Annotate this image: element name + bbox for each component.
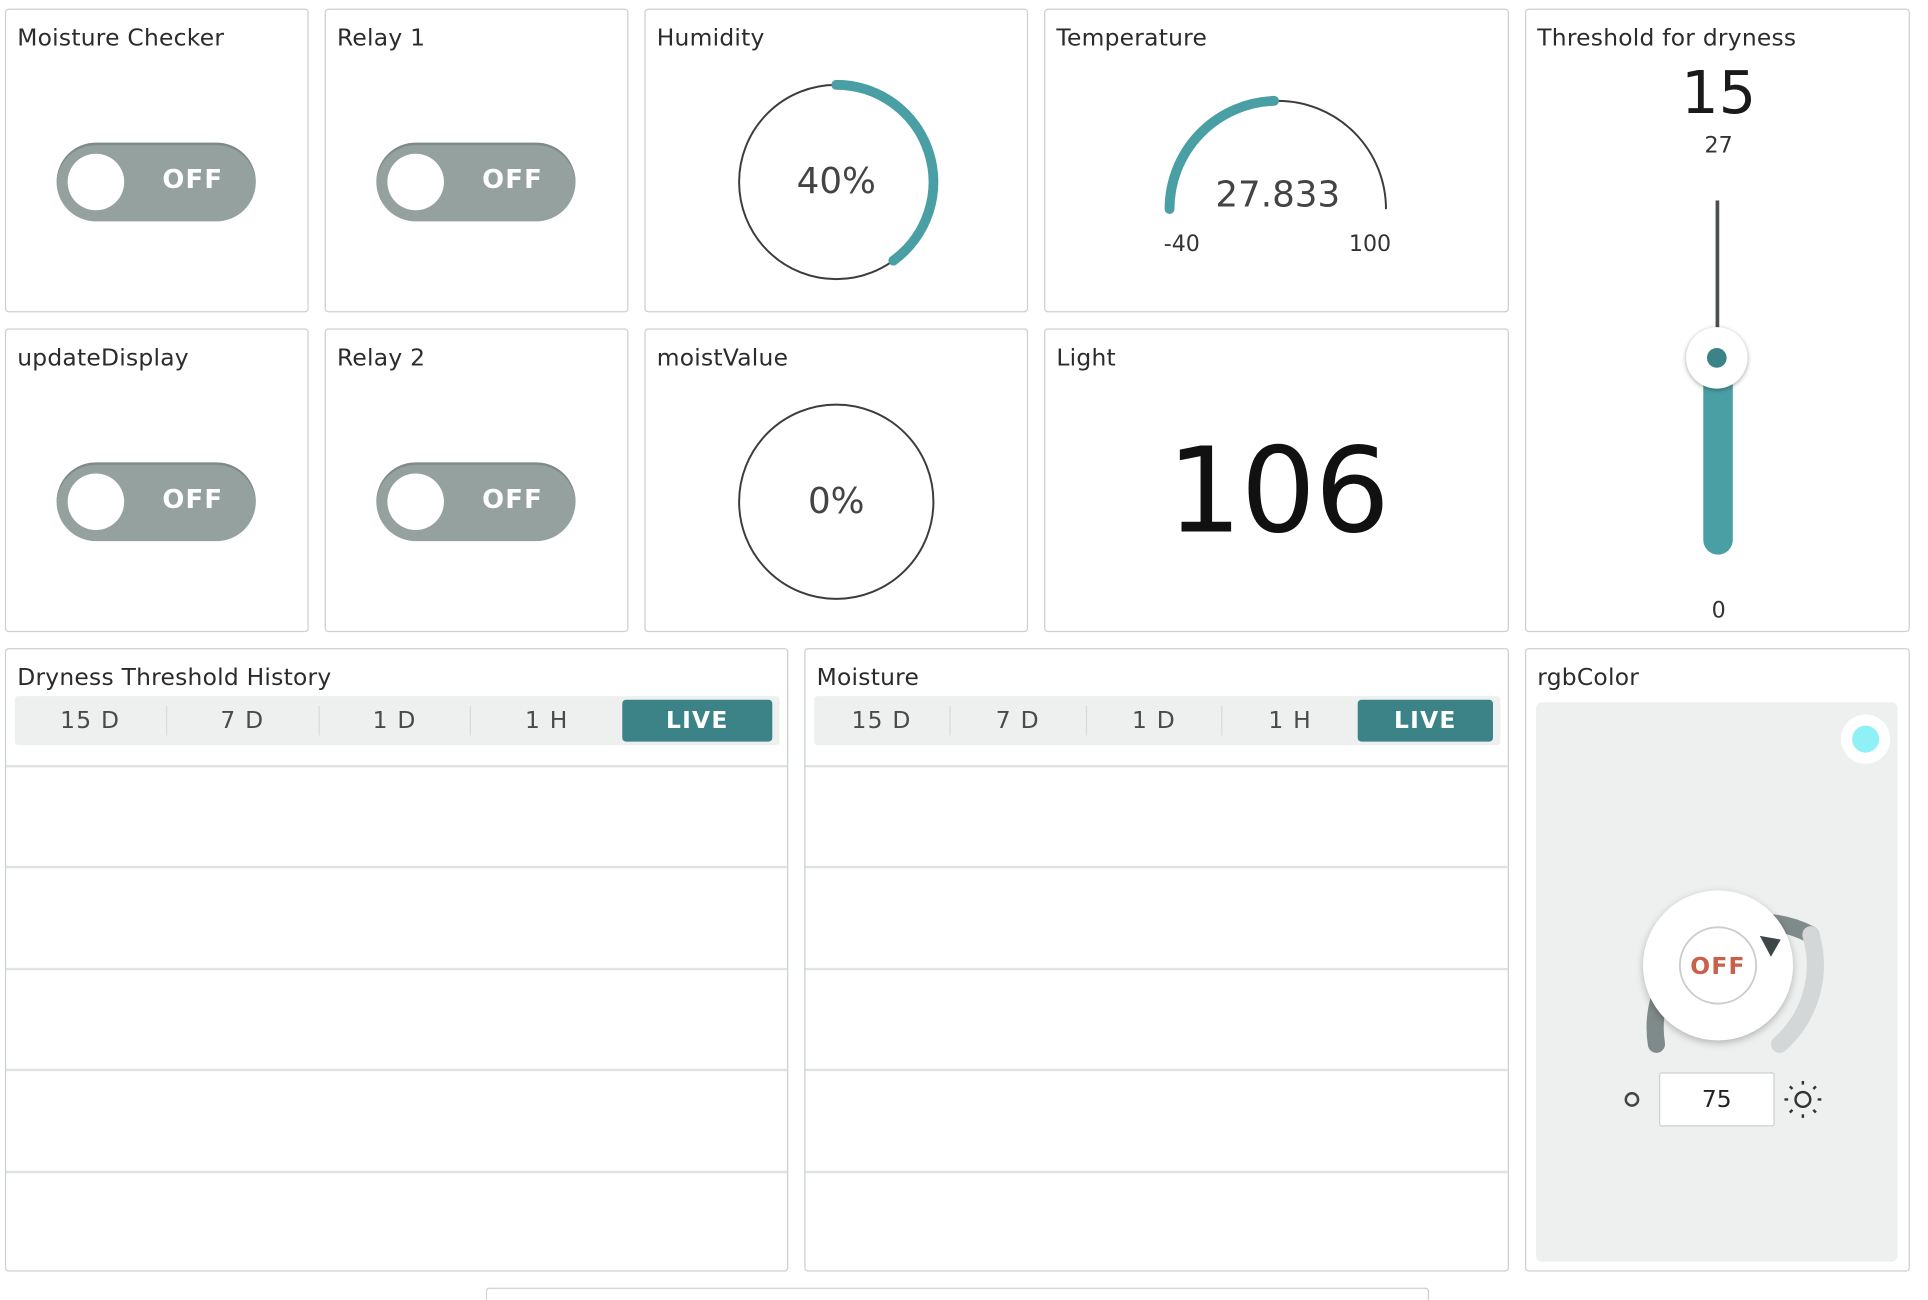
dimmer-state: OFF <box>1690 952 1745 980</box>
light-value: 106 <box>1166 421 1390 560</box>
relay1-widget: Relay 1 OFF <box>324 8 629 313</box>
brightness-input[interactable]: 75 <box>1659 1072 1775 1127</box>
widget-title: rgbColor <box>1537 664 1640 692</box>
moisture-checker-widget: Moisture Checker OFF <box>4 8 309 313</box>
switch-knob <box>67 153 125 211</box>
update-display-widget: updateDisplay OFF <box>4 328 309 633</box>
moisture-checker-switch[interactable]: OFF <box>56 142 256 222</box>
widget-title: Moisture <box>816 664 920 692</box>
threshold-min: 0 <box>1711 597 1726 624</box>
tab-1d[interactable]: 1 D <box>319 705 472 736</box>
chart-gridline <box>805 1068 1508 1071</box>
widget-title: Relay 1 <box>336 24 426 52</box>
humidity-gauge: 40% <box>738 79 939 281</box>
brightness-dial[interactable]: OFF <box>1536 702 1898 1262</box>
moist-value-gauge: 0% <box>738 403 935 600</box>
tab-15d[interactable]: 15 D <box>15 705 167 736</box>
widget-title: Moisture Checker <box>17 24 225 52</box>
widget-title: Dryness Threshold History <box>17 664 332 692</box>
tab-7d[interactable]: 7 D <box>950 705 1087 736</box>
brightness-high-icon <box>1784 1080 1822 1118</box>
switch-state-label: OFF <box>162 164 224 195</box>
moist-value: 0% <box>808 481 865 522</box>
light-widget: Light 106 <box>1044 328 1509 633</box>
update-display-switch[interactable]: OFF <box>56 462 256 542</box>
dryness-history-timeframe-tabs: 15 D 7 D 1 D 1 H LIVE <box>14 696 780 746</box>
tab-1d[interactable]: 1 D <box>1087 705 1223 736</box>
chart-gridline <box>6 764 788 767</box>
chart-gridline <box>805 764 1508 767</box>
switch-state-label: OFF <box>482 484 544 515</box>
switch-knob <box>387 473 444 531</box>
chart-gridline <box>6 1068 788 1071</box>
humidity-widget: Humidity 40% <box>644 8 1029 313</box>
chart-gridline <box>6 967 788 970</box>
threshold-widget: Threshold for dryness 15 27 0 <box>1524 8 1910 633</box>
tab-15d[interactable]: 15 D <box>814 705 951 736</box>
chart-gridline <box>805 1170 1508 1173</box>
widget-title: Threshold for dryness <box>1537 24 1797 52</box>
switch-state-label: OFF <box>482 164 544 195</box>
chart-gridline <box>6 1170 788 1173</box>
switch-knob <box>387 153 444 211</box>
chart-gridline <box>805 967 1508 970</box>
temperature-min: -40 <box>1164 231 1200 257</box>
slider-track <box>1715 200 1720 349</box>
relay1-switch[interactable]: OFF <box>376 142 576 222</box>
switch-knob <box>67 473 125 531</box>
widget-title: Light <box>1056 344 1116 372</box>
rgb-control-panel: OFF 75 <box>1536 702 1898 1262</box>
temperature-value: 27.833 <box>1215 175 1340 216</box>
temperature-max: 100 <box>1349 231 1391 257</box>
switch-state-label: OFF <box>162 484 224 515</box>
slider-handle[interactable] <box>1686 327 1748 389</box>
humidity-value: 40% <box>797 161 876 202</box>
dryness-history-widget: Dryness Threshold History 15 D 7 D 1 D 1… <box>4 648 789 1272</box>
moisture-timeframe-tabs: 15 D 7 D 1 D 1 H LIVE <box>814 696 1501 746</box>
temperature-gauge: 27.833 -40 100 <box>1164 95 1391 257</box>
widget-title: updateDisplay <box>17 344 189 372</box>
chart-gridline <box>6 865 788 868</box>
relay2-switch[interactable]: OFF <box>376 462 576 542</box>
brightness-low-icon <box>1624 1092 1640 1107</box>
tab-1h[interactable]: 1 H <box>471 706 622 736</box>
threshold-value: 15 <box>1681 59 1757 128</box>
slider-fill <box>1703 360 1733 555</box>
relay2-widget: Relay 2 OFF <box>324 328 629 633</box>
tab-7d[interactable]: 7 D <box>167 705 320 736</box>
moisture-chart-widget: Moisture 15 D 7 D 1 D 1 H LIVE <box>804 648 1509 1272</box>
temperature-widget: Temperature 27.833 -40 100 <box>1044 8 1509 313</box>
tab-live[interactable]: LIVE <box>1357 699 1493 742</box>
tab-1h[interactable]: 1 H <box>1223 706 1358 736</box>
widget-title: Relay 2 <box>336 344 426 372</box>
threshold-max: 27 <box>1704 132 1733 159</box>
chart-gridline <box>805 865 1508 868</box>
rgb-color-widget: rgbColor OFF 75 <box>1524 648 1910 1272</box>
tab-live[interactable]: LIVE <box>622 699 773 742</box>
slider-handle-dot <box>1706 348 1727 368</box>
moist-value-widget: moistValue 0% <box>644 328 1029 633</box>
